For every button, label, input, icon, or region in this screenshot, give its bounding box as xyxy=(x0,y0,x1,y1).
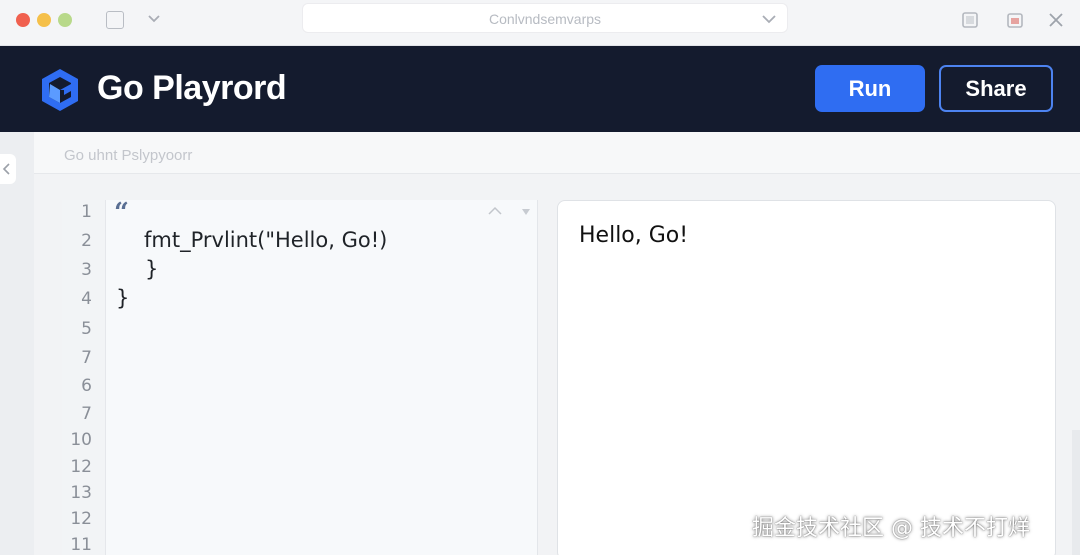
brand-title: Go Playrord xyxy=(97,69,287,107)
close-window-dot[interactable] xyxy=(16,13,30,27)
line-number: 7 xyxy=(81,404,92,424)
output-text: Hello, Go! xyxy=(579,223,689,248)
app-header: Go Playrord Run Share xyxy=(0,46,1080,132)
line-number: 13 xyxy=(70,483,92,503)
line-number: 12 xyxy=(70,509,92,529)
minimize-window-dot[interactable] xyxy=(37,13,51,27)
go-logo-icon xyxy=(42,69,78,111)
restore-icon[interactable] xyxy=(1006,11,1024,29)
line-number: 3 xyxy=(81,260,92,280)
subbar-title: Go uhnt Pslypyoorr xyxy=(64,147,193,164)
fold-down-icon[interactable] xyxy=(522,209,530,215)
address-bar[interactable]: Conlvndsemvarps xyxy=(302,3,788,33)
chevron-left-icon[interactable] xyxy=(2,163,12,175)
zoom-window-dot[interactable] xyxy=(58,13,72,27)
scrollbar[interactable] xyxy=(1072,430,1080,555)
code-open-quote: “ xyxy=(114,198,129,228)
line-number: 2 xyxy=(81,231,92,251)
watermark: 掘金技术社区 @ 技术不打烊 xyxy=(752,516,1030,541)
line-number: 7 xyxy=(81,348,92,368)
output-panel: Hello, Go! xyxy=(557,200,1056,555)
browser-chrome: Conlvndsemvarps xyxy=(0,0,1080,46)
code-line: fmt_Prvlint("Hello, Go!) xyxy=(144,228,388,252)
line-number: 5 xyxy=(81,319,92,339)
line-number: 6 xyxy=(81,376,92,396)
left-rail xyxy=(0,132,34,555)
maximize-icon[interactable] xyxy=(961,11,979,29)
subbar: Go uhnt Pslypyoorr xyxy=(34,132,1080,174)
tab-overview-icon[interactable] xyxy=(106,11,124,29)
address-dropdown-icon[interactable] xyxy=(761,11,777,27)
run-button[interactable]: Run xyxy=(815,65,925,112)
line-number: 1 xyxy=(81,202,92,222)
line-number: 4 xyxy=(81,289,92,309)
code-editor[interactable] xyxy=(62,200,538,555)
line-number: 12 xyxy=(70,457,92,477)
line-number: 11 xyxy=(70,535,92,555)
line-number: 10 xyxy=(70,430,92,450)
code-line: } xyxy=(145,257,159,281)
fold-up-icon[interactable] xyxy=(488,206,502,216)
chevron-down-icon[interactable] xyxy=(146,10,162,26)
close-icon[interactable] xyxy=(1047,11,1065,29)
code-line: } xyxy=(116,286,130,310)
share-button[interactable]: Share xyxy=(939,65,1053,112)
address-text: Conlvndsemvarps xyxy=(488,11,602,27)
